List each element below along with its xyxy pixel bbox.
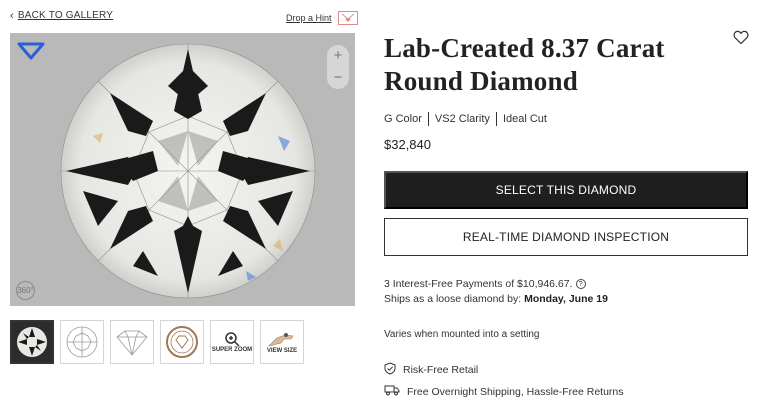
shipping-estimate: Ships as a loose diamond by: Monday, Jun… (384, 293, 608, 305)
hand-ring-icon (268, 332, 294, 347)
spec-divider (427, 112, 429, 126)
chevron-left-icon: ‹ (10, 9, 14, 22)
certificate-seal-icon (166, 326, 198, 358)
diamond-photo-icon (17, 327, 47, 357)
ships-prefix: Ships as a loose diamond by: (384, 293, 522, 305)
rotate-360-button[interactable]: 360° (16, 281, 35, 300)
risk-free-label: Risk-Free Retail (403, 364, 479, 376)
super-zoom-label: SUPER ZOOM (211, 346, 253, 353)
view-size-label: VIEW SIZE (266, 347, 298, 354)
back-to-gallery-label: BACK TO GALLERY (17, 10, 114, 21)
diamond-side-view-icon (116, 330, 148, 356)
help-circle-icon[interactable]: ? (575, 279, 586, 289)
feature-free-shipping: Free Overnight Shipping, Hassle-Free Ret… (384, 384, 624, 399)
spec-cut: Ideal Cut (502, 113, 547, 125)
thumbnail-top-diagram[interactable] (60, 320, 104, 364)
zoom-in-button[interactable]: + (334, 48, 343, 63)
diamond-image (60, 43, 316, 299)
diamond-inspection-button[interactable]: REAL-TIME DIAMOND INSPECTION (384, 218, 748, 256)
spec-color: G Color (384, 113, 422, 125)
payments-text: 3 Interest-Free Payments of $10,946.67. (384, 278, 573, 290)
thumbnail-view-size[interactable]: VIEW SIZE (260, 320, 304, 364)
free-shipping-label: Free Overnight Shipping, Hassle-Free Ret… (407, 385, 624, 398)
brand-logo-icon (16, 39, 46, 66)
magnifier-icon (225, 331, 240, 347)
drop-a-hint-link[interactable]: Drop a Hint (286, 11, 358, 25)
back-to-gallery-link[interactable]: ‹ BACK TO GALLERY (10, 10, 113, 21)
feature-risk-free: Risk-Free Retail (384, 362, 478, 378)
thumbnail-side-diagram[interactable] (110, 320, 154, 364)
wishlist-heart-icon[interactable] (733, 30, 749, 50)
diamond-specs: G Color VS2 Clarity Ideal Cut (384, 112, 547, 126)
interest-free-payments: 3 Interest-Free Payments of $10,946.67. … (384, 278, 586, 290)
setting-note: Varies when mounted into a setting (384, 329, 540, 340)
spec-divider (495, 112, 497, 126)
spec-clarity: VS2 Clarity (434, 113, 490, 125)
rotate-360-label: 360° (17, 286, 34, 295)
diamond-top-view-icon (66, 326, 98, 358)
select-diamond-button[interactable]: SELECT THIS DIAMOND (384, 171, 748, 209)
thumbnail-super-zoom[interactable]: SUPER ZOOM (210, 320, 254, 364)
shield-check-icon (384, 362, 396, 378)
thumbnail-certificate[interactable] (160, 320, 204, 364)
envelope-heart-icon (337, 11, 358, 25)
zoom-control: + − (327, 45, 349, 89)
thumbnail-diamond-photo[interactable] (10, 320, 54, 364)
diamond-viewer[interactable]: + − 360° (10, 33, 355, 306)
ships-date: Monday, June 19 (524, 293, 608, 305)
zoom-out-button[interactable]: − (334, 70, 343, 85)
truck-icon (384, 384, 400, 399)
product-price: $32,840 (384, 137, 431, 152)
product-title: Lab-Created 8.37 Carat Round Diamond (384, 33, 665, 96)
drop-a-hint-label: Drop a Hint (286, 13, 332, 23)
thumbnail-strip: SUPER ZOOM VIEW SIZE (10, 320, 304, 364)
